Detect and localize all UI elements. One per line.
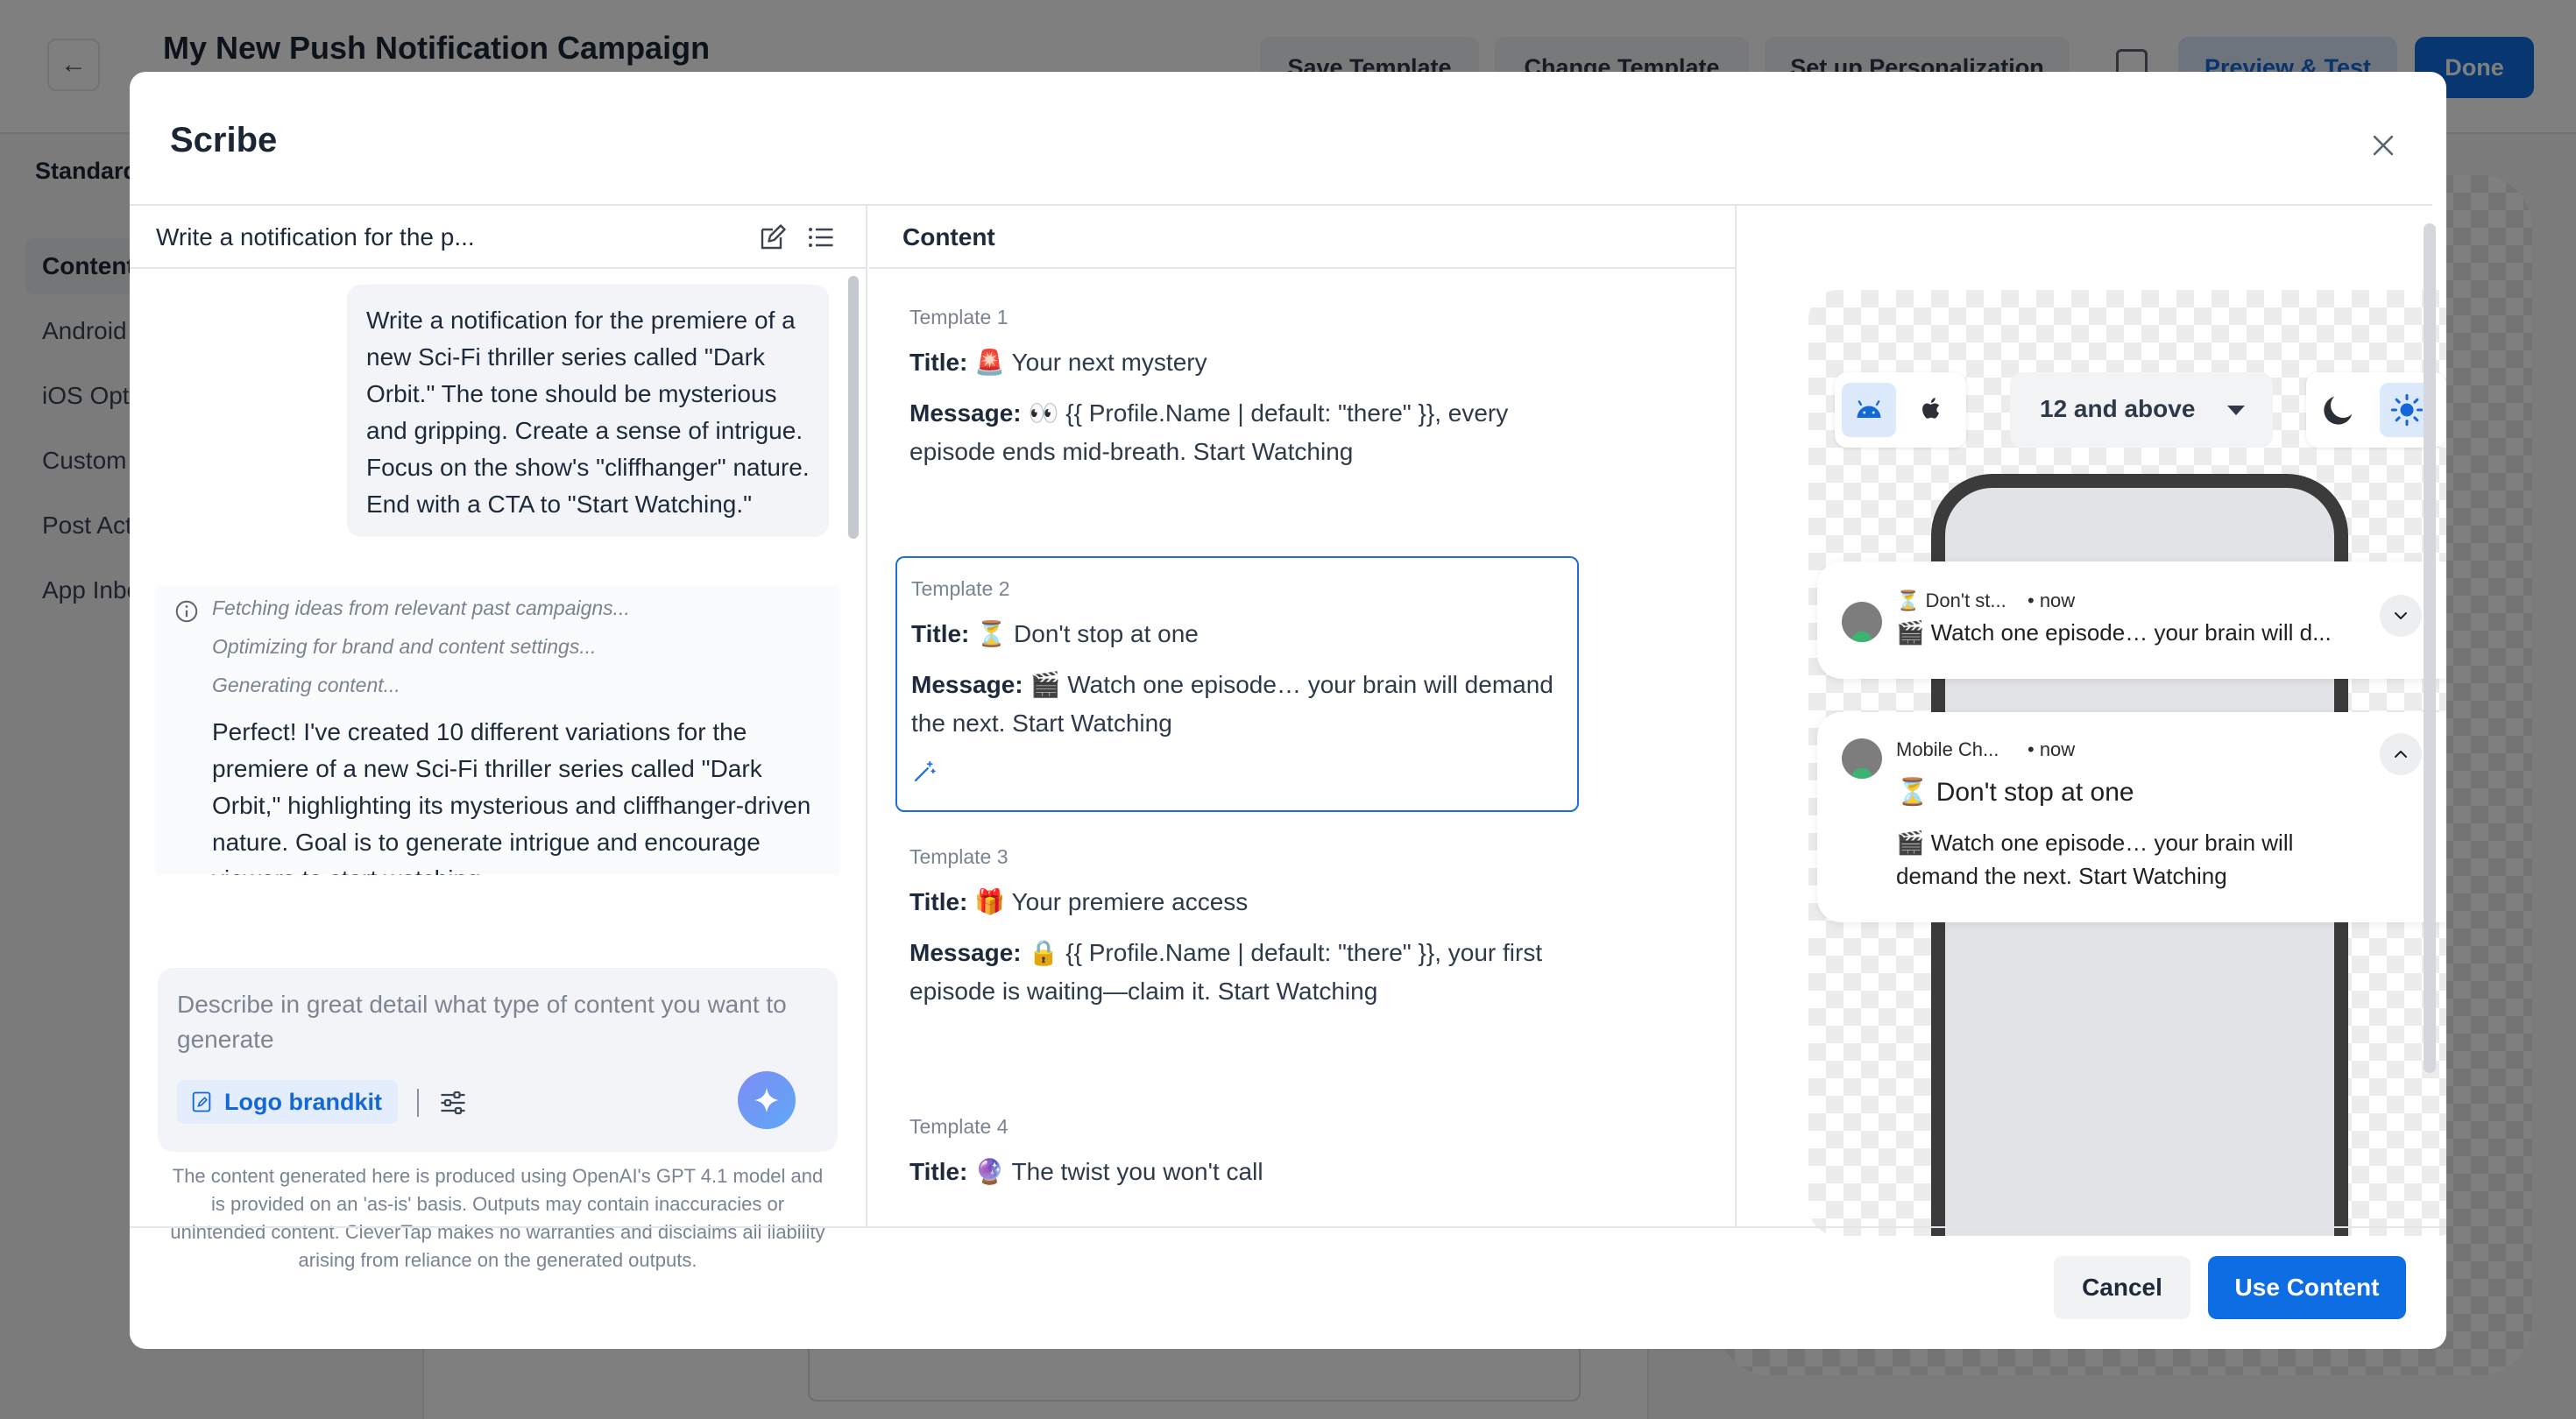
android-tab[interactable] [1842, 383, 1896, 437]
brandkit-chip[interactable]: Logo brandkit [177, 1080, 398, 1124]
list-icon[interactable] [804, 222, 838, 253]
notification-preview: 12 and above ⏳ Don't st... • now 🎬 Watch… [1738, 206, 2446, 1236]
ai-response-text: Perfect! I've created 10 different varia… [212, 718, 811, 893]
notification-app-name: Mobile Ch... [1896, 738, 1999, 760]
prompt-input[interactable]: Describe in great detail what type of co… [177, 987, 817, 1057]
title-key: Title: [909, 888, 968, 915]
android-icon [1851, 767, 1873, 779]
close-icon [2373, 135, 2394, 156]
version-select[interactable]: 12 and above [2010, 372, 2273, 448]
notification-expanded[interactable]: Mobile Ch... • now ⏳ Don't stop at one 🎬… [1817, 712, 2446, 922]
chevron-up-icon [2395, 751, 2407, 758]
template-name: Template 2 [911, 577, 1010, 600]
template-name: Template 3 [909, 845, 1008, 868]
template-card[interactable]: Template 1 Title: 🚨 Your next mystery Mes… [895, 286, 1579, 503]
ai-step: Optimizing for brand and content setting… [212, 635, 597, 658]
sparkle-icon [754, 1087, 780, 1113]
template-card[interactable]: Template 4 Title: 🔮 The twist you won't c… [895, 1096, 1579, 1223]
version-label: 12 and above [2040, 395, 2196, 422]
content-header: Content [869, 206, 1737, 269]
template-title-row: Title: 🚨 Your next mystery [909, 343, 1565, 382]
prompt-composer: Describe in great detail what type of co… [158, 968, 838, 1152]
content-panel: Content Template 1 Title: 🚨 Your next mys… [869, 206, 1737, 1226]
ai-disclaimer: The content generated here is produced u… [170, 1165, 825, 1271]
scroll-fade [156, 875, 839, 901]
chat-header: Write a notification for the p... [130, 206, 867, 269]
chat-panel: Write a notification for the p... Write … [130, 206, 867, 1271]
app-avatar [1842, 602, 1882, 642]
notification-title: ⏳ Don't stop at one [1896, 778, 2134, 807]
os-toggle [1835, 372, 1966, 448]
message-key: Message: [911, 671, 1023, 698]
moon-icon[interactable] [2318, 390, 2359, 430]
title-key: Title: [909, 1158, 968, 1185]
template-title-row: Title: 🎁 Your premiere access [909, 883, 1565, 921]
settings-sliders-icon[interactable] [436, 1087, 470, 1119]
title-key: Title: [911, 620, 970, 647]
template-message-row: Message: 🔒 {{ Profile.Name | default: "th… [909, 934, 1565, 1011]
content-title: Content [902, 223, 995, 251]
template-title-row: Title: ⏳ Don't stop at one [911, 615, 1563, 653]
template-title: ⏳ Don't stop at one [976, 620, 1199, 647]
notification-message: 🎬 Watch one episode… your brain will dem… [1896, 830, 2294, 889]
notification-time: • now [2028, 589, 2076, 611]
template-title: 🎁 Your premiere access [974, 888, 1249, 915]
magic-wand-icon[interactable] [911, 759, 938, 785]
template-title: 🔮 The twist you won't call [974, 1158, 1263, 1185]
template-card[interactable]: Template 3 Title: 🎁 Your premiere access … [895, 826, 1579, 1042]
chevron-down-icon [2227, 406, 2245, 415]
preview-canvas: 12 and above ⏳ Don't st... • now 🎬 Watch… [1808, 290, 2446, 1236]
chat-title: Write a notification for the p... [156, 223, 475, 251]
chevron-down-icon [2395, 612, 2407, 619]
ai-step: Generating content... [212, 674, 400, 696]
sun-icon [2390, 393, 2424, 427]
modal-title: Scribe [170, 121, 278, 159]
scribe-modal: Scribe Write a notification for the p...… [130, 72, 2446, 1349]
android-icon [1857, 400, 1881, 418]
info-icon [175, 600, 198, 623]
template-name: Template 4 [909, 1115, 1008, 1138]
template-title: 🚨 Your next mystery [974, 349, 1207, 376]
title-key: Title: [909, 349, 968, 376]
ios-tab[interactable] [1912, 390, 1950, 428]
preview-scrollbar[interactable] [2424, 223, 2436, 1073]
brandkit-icon [192, 1091, 211, 1112]
app-avatar [1842, 738, 1882, 779]
cancel-button[interactable]: Cancel [2054, 1256, 2190, 1319]
expand-button[interactable] [2380, 595, 2422, 637]
template-message-row: Message: 🎬 Watch one episode… your brain … [911, 666, 1563, 743]
brandkit-label: Logo brandkit [224, 1088, 382, 1115]
use-content-button[interactable]: Use Content [2208, 1256, 2406, 1319]
notification-body: 🎬 Watch one episode… your brain will d..… [1896, 619, 2332, 646]
close-button[interactable] [2362, 124, 2404, 166]
notification-time: • now [2028, 738, 2076, 760]
chat-thread[interactable]: Write a notification for the premiere of… [130, 271, 867, 936]
template-title-row: Title: 🔮 The twist you won't call [909, 1153, 1565, 1191]
template-name: Template 1 [909, 306, 1008, 328]
ai-response: Fetching ideas from relevant past campai… [156, 586, 839, 893]
generate-button[interactable] [738, 1071, 796, 1129]
notification-collapsed[interactable]: ⏳ Don't st... • now 🎬 Watch one episode…… [1817, 561, 2446, 679]
chat-scrollbar[interactable] [848, 276, 859, 539]
divider [417, 1089, 419, 1117]
edit-icon[interactable] [757, 222, 789, 253]
apple-icon [1922, 398, 1940, 419]
collapse-button[interactable] [2380, 733, 2422, 775]
message-key: Message: [909, 939, 1022, 966]
android-icon [1851, 631, 1873, 642]
template-message-row: Message: 👀 {{ Profile.Name | default: "th… [909, 394, 1565, 471]
template-card-selected[interactable]: Template 2 Title: ⏳ Don't stop at one Mes… [895, 556, 1579, 812]
message-key: Message: [909, 399, 1022, 427]
user-prompt-bubble: Write a notification for the premiere of… [347, 285, 829, 537]
ai-step: Fetching ideas from relevant past campai… [212, 597, 630, 619]
notification-app-name: ⏳ Don't st... [1896, 589, 2006, 611]
divider [130, 1226, 2446, 1228]
